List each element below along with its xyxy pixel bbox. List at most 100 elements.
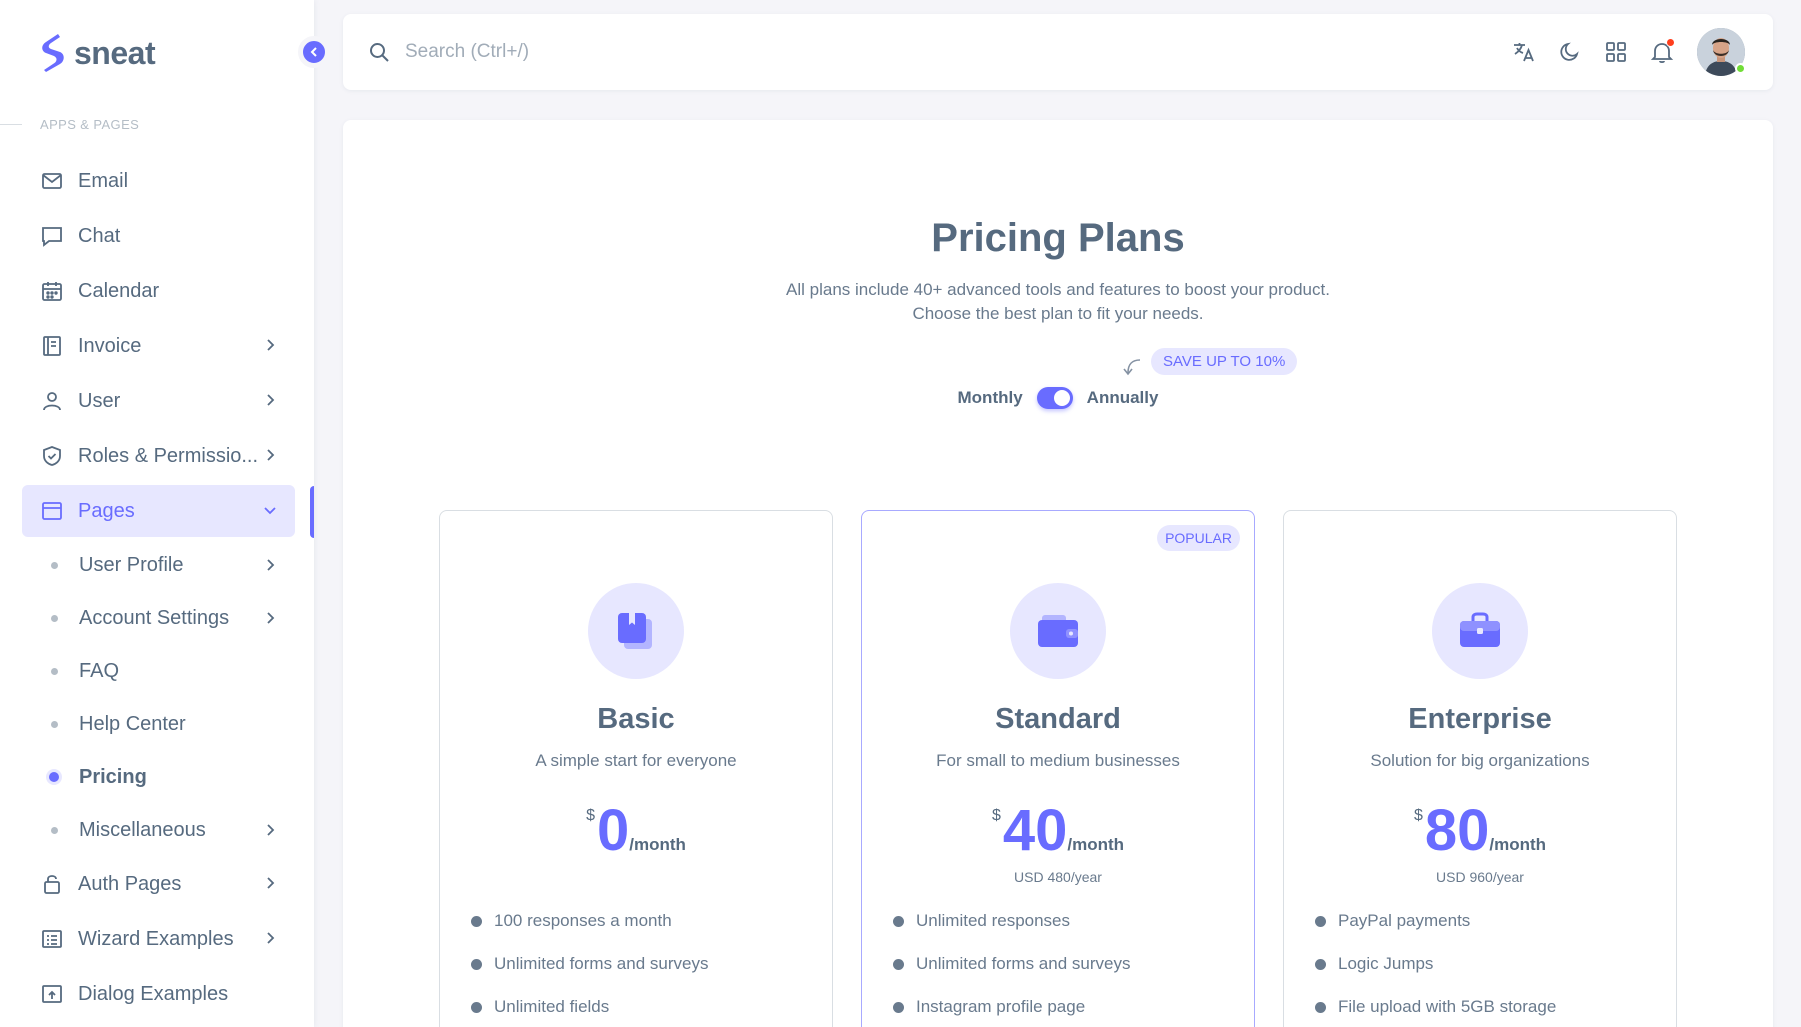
plan-card-enterprise: Enterprise Solution for big organization… [1283,510,1677,1027]
feature-text: Unlimited responses [916,911,1071,930]
billing-toggle-row: Monthly Annually [343,387,1773,409]
translate-icon[interactable] [1510,38,1538,66]
plan-icon-wrap [588,583,684,679]
sidebar-collapse-button[interactable] [298,36,330,68]
plan-name: Basic [597,703,675,735]
annually-label[interactable]: Annually [1087,388,1159,408]
list-icon [40,927,64,951]
submenu-label: Account Settings [79,606,230,629]
feature-item: PayPal payments [1314,911,1556,954]
sidebar-item-pages[interactable]: Pages [22,485,295,537]
sidebar-item-email[interactable]: Email [22,155,295,207]
billing-toggle-switch[interactable] [1036,387,1073,409]
chevron-right-icon [267,394,275,406]
plan-price: $ 0 /month [440,801,832,861]
plan-icon-wrap [1010,583,1106,679]
mail-icon [40,169,64,193]
sidebar-item-label: Roles & Permissio... [78,444,259,467]
sidebar-item-calendar[interactable]: Calendar [22,265,295,317]
chevron-left-icon [310,47,317,57]
feature-item: Unlimited fields [470,997,708,1027]
sidebar-subitem-user-profile[interactable]: User Profile [22,540,295,590]
plan-description: A simple start for everyone [535,751,737,770]
save-promo: SAVE UP TO 10% [1121,342,1298,380]
feature-item: 100 responses a month [470,911,708,954]
chevron-right-icon [267,612,275,624]
sidebar-item-dialog-examples[interactable]: Dialog Examples [22,968,295,1020]
sidebar-item-invoice[interactable]: Invoice [22,320,295,372]
user-avatar[interactable] [1697,28,1746,76]
bullet-dot [49,772,59,782]
feature-bullet [471,959,482,970]
plan-description: Solution for big organizations [1370,751,1590,770]
feature-bullet [1315,959,1326,970]
feature-bullet [893,1002,904,1013]
bullet-dot [51,562,58,569]
sidebar-item-label: Calendar [78,279,160,302]
save-badge: SAVE UP TO 10% [1151,347,1298,375]
feature-bullet [471,1002,482,1013]
sidebar-subitem-miscellaneous[interactable]: Miscellaneous [22,805,295,855]
price-currency: $ [586,807,595,824]
page-subtitle: All plans include 40+ advanced tools and… [343,278,1773,326]
sidebar-item-label: Auth Pages [78,872,182,895]
sneat-logo-icon [42,34,64,72]
submenu-label: User Profile [79,553,184,576]
bell-icon[interactable] [1648,38,1676,66]
price-amount: 80 [1424,798,1490,863]
briefcase-icon [1460,612,1500,647]
feature-bullet [1315,916,1326,927]
pricing-card: Pricing Plans All plans include 40+ adva… [343,120,1773,1027]
section-header: APPS & PAGES [0,117,139,132]
calendar-icon [40,279,64,303]
plan-features: 100 responses a month Unlimited forms an… [470,911,708,1027]
sidebar-item-label: Invoice [78,334,142,357]
search-input[interactable] [405,32,1005,72]
monthly-label[interactable]: Monthly [958,388,1023,408]
feature-text: 100 responses a month [494,911,672,930]
price-yearly: USD 960/year [1436,869,1524,885]
notification-badge [1666,38,1675,47]
search-icon[interactable] [367,40,391,64]
sidebar-item-label: Pages [78,499,135,522]
submenu-label: Help Center [79,712,186,735]
plan-description: For small to medium businesses [936,751,1180,770]
brand[interactable]: sneat [38,32,156,74]
chevron-right-icon [267,449,275,461]
sidebar-subitem-pricing[interactable]: Pricing [22,752,295,802]
sidebar-subitem-account-settings[interactable]: Account Settings [22,593,295,643]
sidebar-item-user[interactable]: User [22,375,295,427]
chevron-right-icon [267,339,275,351]
curved-arrow-icon [1123,359,1141,376]
grid-icon[interactable] [1602,38,1630,66]
sidebar-item-roles-permissions[interactable]: Roles & Permissio... [22,430,295,482]
sidebar-item-chat[interactable]: Chat [22,210,295,262]
popular-badge: POPULAR [1157,525,1240,551]
chat-icon [40,224,64,248]
submenu-label: Miscellaneous [79,818,206,841]
feature-item: Instagram profile page [892,997,1130,1027]
sidebar-subitem-help-center[interactable]: Help Center [22,699,295,749]
window-icon [40,499,64,523]
sidebar-item-label: Email [78,169,129,192]
plan-icon-wrap [1432,583,1528,679]
shield-check-icon [40,444,64,468]
sidebar-item-label: Wizard Examples [78,927,234,950]
lock-icon [40,872,64,896]
feature-item: Unlimited forms and surveys [470,954,708,997]
moon-icon[interactable] [1556,38,1584,66]
price-currency: $ [1413,807,1423,824]
chevron-right-icon [267,877,275,889]
sidebar-item-label: Chat [78,224,121,247]
chevron-right-icon [267,932,275,944]
sidebar-subitem-faq[interactable]: FAQ [22,646,295,696]
brand-name: sneat [74,34,156,71]
plan-price: $ 80 /month [1284,801,1676,861]
sidebar: sneat APPS & PAGES Email Chat Calendar I… [0,0,314,1027]
plan-features: Unlimited responses Unlimited forms and … [892,911,1130,1027]
page-title: Pricing Plans [931,216,1185,260]
bullet-dot [51,668,58,675]
sidebar-item-auth-pages[interactable]: Auth Pages [22,858,295,910]
sidebar-item-wizard-examples[interactable]: Wizard Examples [22,913,295,965]
chevron-right-icon [267,824,275,836]
